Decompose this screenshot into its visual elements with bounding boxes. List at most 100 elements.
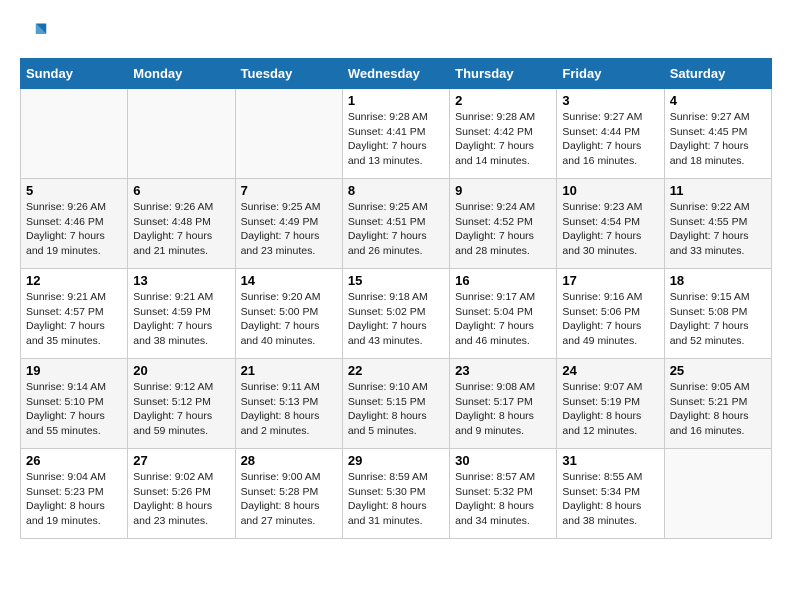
day-number: 1 (348, 93, 444, 108)
day-number: 18 (670, 273, 766, 288)
day-info: Sunrise: 9:20 AM Sunset: 5:00 PM Dayligh… (241, 290, 337, 349)
day-info: Sunrise: 9:22 AM Sunset: 4:55 PM Dayligh… (670, 200, 766, 259)
day-info: Sunrise: 9:21 AM Sunset: 4:57 PM Dayligh… (26, 290, 122, 349)
calendar-cell: 4 Sunrise: 9:27 AM Sunset: 4:45 PM Daylig… (664, 89, 771, 179)
day-info: Sunrise: 9:24 AM Sunset: 4:52 PM Dayligh… (455, 200, 551, 259)
day-number: 14 (241, 273, 337, 288)
calendar-week-2: 5 Sunrise: 9:26 AM Sunset: 4:46 PM Daylig… (21, 179, 772, 269)
calendar-cell: 15Sunrise: 9:18 AM Sunset: 5:02 PM Dayli… (342, 269, 449, 359)
day-number: 22 (348, 363, 444, 378)
day-number: 20 (133, 363, 229, 378)
dow-header-monday: Monday (128, 59, 235, 89)
day-info: Sunrise: 9:25 AM Sunset: 4:49 PM Dayligh… (241, 200, 337, 259)
day-info: Sunrise: 9:00 AM Sunset: 5:28 PM Dayligh… (241, 470, 337, 529)
calendar-week-5: 26 Sunrise: 9:04 AM Sunset: 5:23 PM Dayli… (21, 449, 772, 539)
calendar-cell: 25 Sunrise: 9:05 AM Sunset: 5:21 PM Dayli… (664, 359, 771, 449)
calendar-cell: 13 Sunrise: 9:21 AM Sunset: 4:59 PM Dayli… (128, 269, 235, 359)
calendar-cell: 6 Sunrise: 9:26 AM Sunset: 4:48 PM Daylig… (128, 179, 235, 269)
page-header (20, 20, 772, 48)
day-info: Sunrise: 9:10 AM Sunset: 5:15 PM Dayligh… (348, 380, 444, 439)
calendar-cell: 18 Sunrise: 9:15 AM Sunset: 5:08 PM Dayli… (664, 269, 771, 359)
day-number: 6 (133, 183, 229, 198)
calendar-cell: 17Sunrise: 9:16 AM Sunset: 5:06 PM Dayli… (557, 269, 664, 359)
day-info: Sunrise: 9:28 AM Sunset: 4:41 PM Dayligh… (348, 110, 444, 169)
calendar-cell: 28Sunrise: 9:00 AM Sunset: 5:28 PM Dayli… (235, 449, 342, 539)
dow-header-thursday: Thursday (450, 59, 557, 89)
day-number: 21 (241, 363, 337, 378)
day-number: 23 (455, 363, 551, 378)
calendar-cell (128, 89, 235, 179)
calendar-cell: 3Sunrise: 9:27 AM Sunset: 4:44 PM Daylig… (557, 89, 664, 179)
day-number: 5 (26, 183, 122, 198)
day-info: Sunrise: 9:27 AM Sunset: 4:44 PM Dayligh… (562, 110, 658, 169)
day-info: Sunrise: 9:02 AM Sunset: 5:26 PM Dayligh… (133, 470, 229, 529)
day-number: 12 (26, 273, 122, 288)
day-number: 31 (562, 453, 658, 468)
calendar-cell (664, 449, 771, 539)
day-number: 10 (562, 183, 658, 198)
day-info: Sunrise: 9:26 AM Sunset: 4:46 PM Dayligh… (26, 200, 122, 259)
calendar-cell: 8 Sunrise: 9:25 AM Sunset: 4:51 PM Daylig… (342, 179, 449, 269)
calendar-cell: 30 Sunrise: 8:57 AM Sunset: 5:32 PM Dayli… (450, 449, 557, 539)
calendar-table: SundayMondayTuesdayWednesdayThursdayFrid… (20, 58, 772, 539)
dow-header-tuesday: Tuesday (235, 59, 342, 89)
day-info: Sunrise: 9:27 AM Sunset: 4:45 PM Dayligh… (670, 110, 766, 169)
calendar-cell: 27 Sunrise: 9:02 AM Sunset: 5:26 PM Dayli… (128, 449, 235, 539)
calendar-cell (21, 89, 128, 179)
dow-header-saturday: Saturday (664, 59, 771, 89)
day-info: Sunrise: 9:23 AM Sunset: 4:54 PM Dayligh… (562, 200, 658, 259)
day-number: 9 (455, 183, 551, 198)
day-number: 24 (562, 363, 658, 378)
day-number: 26 (26, 453, 122, 468)
day-number: 8 (348, 183, 444, 198)
calendar-cell (235, 89, 342, 179)
day-info: Sunrise: 8:57 AM Sunset: 5:32 PM Dayligh… (455, 470, 551, 529)
calendar-cell: 29 Sunrise: 8:59 AM Sunset: 5:30 PM Dayli… (342, 449, 449, 539)
day-info: Sunrise: 8:55 AM Sunset: 5:34 PM Dayligh… (562, 470, 658, 529)
day-number: 27 (133, 453, 229, 468)
day-number: 17 (562, 273, 658, 288)
calendar-cell: 7Sunrise: 9:25 AM Sunset: 4:49 PM Daylig… (235, 179, 342, 269)
calendar-cell: 21 Sunrise: 9:11 AM Sunset: 5:13 PM Dayli… (235, 359, 342, 449)
day-number: 4 (670, 93, 766, 108)
day-number: 13 (133, 273, 229, 288)
calendar-cell: 22 Sunrise: 9:10 AM Sunset: 5:15 PM Dayli… (342, 359, 449, 449)
day-info: Sunrise: 9:28 AM Sunset: 4:42 PM Dayligh… (455, 110, 551, 169)
day-info: Sunrise: 9:12 AM Sunset: 5:12 PM Dayligh… (133, 380, 229, 439)
logo (20, 20, 52, 48)
calendar-cell: 20 Sunrise: 9:12 AM Sunset: 5:12 PM Dayli… (128, 359, 235, 449)
day-info: Sunrise: 9:14 AM Sunset: 5:10 PM Dayligh… (26, 380, 122, 439)
day-info: Sunrise: 9:04 AM Sunset: 5:23 PM Dayligh… (26, 470, 122, 529)
calendar-cell: 16Sunrise: 9:17 AM Sunset: 5:04 PM Dayli… (450, 269, 557, 359)
day-number: 15 (348, 273, 444, 288)
day-info: Sunrise: 9:26 AM Sunset: 4:48 PM Dayligh… (133, 200, 229, 259)
calendar-cell: 19Sunrise: 9:14 AM Sunset: 5:10 PM Dayli… (21, 359, 128, 449)
calendar-week-3: 12 Sunrise: 9:21 AM Sunset: 4:57 PM Dayli… (21, 269, 772, 359)
calendar-cell: 31 Sunrise: 8:55 AM Sunset: 5:34 PM Dayli… (557, 449, 664, 539)
day-number: 30 (455, 453, 551, 468)
day-info: Sunrise: 9:15 AM Sunset: 5:08 PM Dayligh… (670, 290, 766, 349)
calendar-week-1: 1 Sunrise: 9:28 AM Sunset: 4:41 PM Daylig… (21, 89, 772, 179)
calendar-week-4: 19Sunrise: 9:14 AM Sunset: 5:10 PM Dayli… (21, 359, 772, 449)
calendar-cell: 5 Sunrise: 9:26 AM Sunset: 4:46 PM Daylig… (21, 179, 128, 269)
day-info: Sunrise: 9:17 AM Sunset: 5:04 PM Dayligh… (455, 290, 551, 349)
day-info: Sunrise: 9:11 AM Sunset: 5:13 PM Dayligh… (241, 380, 337, 439)
day-info: Sunrise: 9:08 AM Sunset: 5:17 PM Dayligh… (455, 380, 551, 439)
dow-header-wednesday: Wednesday (342, 59, 449, 89)
calendar-cell: 23 Sunrise: 9:08 AM Sunset: 5:17 PM Dayli… (450, 359, 557, 449)
day-info: Sunrise: 9:25 AM Sunset: 4:51 PM Dayligh… (348, 200, 444, 259)
calendar-cell: 14 Sunrise: 9:20 AM Sunset: 5:00 PM Dayli… (235, 269, 342, 359)
dow-header-friday: Friday (557, 59, 664, 89)
dow-header-sunday: Sunday (21, 59, 128, 89)
calendar-cell: 9 Sunrise: 9:24 AM Sunset: 4:52 PM Daylig… (450, 179, 557, 269)
day-number: 2 (455, 93, 551, 108)
day-number: 25 (670, 363, 766, 378)
calendar-cell: 2 Sunrise: 9:28 AM Sunset: 4:42 PM Daylig… (450, 89, 557, 179)
calendar-cell: 26 Sunrise: 9:04 AM Sunset: 5:23 PM Dayli… (21, 449, 128, 539)
day-number: 29 (348, 453, 444, 468)
logo-icon (20, 20, 48, 48)
day-info: Sunrise: 8:59 AM Sunset: 5:30 PM Dayligh… (348, 470, 444, 529)
day-info: Sunrise: 9:21 AM Sunset: 4:59 PM Dayligh… (133, 290, 229, 349)
day-info: Sunrise: 9:07 AM Sunset: 5:19 PM Dayligh… (562, 380, 658, 439)
day-info: Sunrise: 9:05 AM Sunset: 5:21 PM Dayligh… (670, 380, 766, 439)
